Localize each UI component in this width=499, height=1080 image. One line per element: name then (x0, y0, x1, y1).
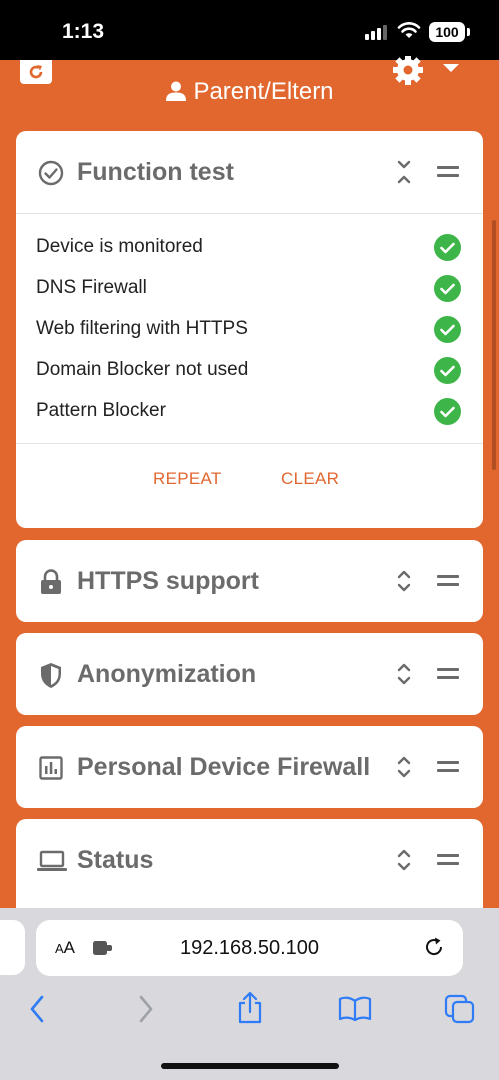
laptop-icon (37, 850, 67, 871)
repeat-button[interactable]: REPEAT (153, 469, 222, 489)
anonymization-header[interactable]: Anonymization (16, 633, 483, 715)
test-label: DNS Firewall (36, 277, 147, 298)
card-title: Personal Device Firewall (77, 753, 371, 781)
test-row: Device is monitored (16, 224, 483, 265)
check-ok-icon (434, 234, 461, 261)
status-header[interactable]: Status (16, 819, 483, 901)
expand-icon[interactable] (396, 847, 412, 873)
test-label: Domain Blocker not used (36, 359, 249, 380)
drag-handle-icon[interactable] (437, 575, 459, 591)
collapse-icon[interactable] (396, 159, 412, 185)
check-ok-icon (434, 398, 461, 425)
cellular-signal-icon (365, 25, 387, 40)
scrollbar[interactable] (492, 220, 496, 470)
home-indicator (161, 1063, 339, 1069)
browser-toolbar: AA 192.168.50.100 (0, 908, 499, 1080)
anonymization-card[interactable]: Anonymization (16, 633, 483, 715)
firewall-card[interactable]: Personal Device Firewall (16, 726, 483, 808)
expand-icon[interactable] (396, 568, 412, 594)
status-time: 1:13 (62, 20, 105, 43)
card-actions: REPEAT CLEAR (16, 444, 483, 510)
drag-handle-icon[interactable] (437, 166, 459, 182)
battery-tip (467, 28, 470, 36)
battery-icon: 100 (429, 22, 465, 42)
bookmarks-icon[interactable] (338, 996, 372, 1022)
expand-icon[interactable] (396, 661, 412, 687)
forward-arrow-icon[interactable] (134, 994, 156, 1024)
expand-icon[interactable] (396, 754, 412, 780)
check-ok-icon (434, 275, 461, 302)
lock-icon (41, 569, 61, 594)
status-bar: 1:13 100 (0, 0, 499, 60)
test-label: Pattern Blocker (36, 400, 166, 421)
status-card[interactable]: Status (16, 819, 483, 919)
drag-handle-icon[interactable] (437, 668, 459, 684)
wifi-icon (397, 22, 421, 38)
firewall-header[interactable]: Personal Device Firewall (16, 726, 483, 808)
previous-tab-preview[interactable] (0, 920, 25, 975)
clear-button[interactable]: CLEAR (281, 469, 339, 489)
test-label: Device is monitored (36, 236, 203, 257)
card-title: Function test (77, 158, 234, 186)
user-icon (166, 81, 187, 101)
share-icon[interactable] (236, 991, 264, 1025)
chart-icon (39, 756, 63, 780)
reload-icon[interactable] (423, 936, 445, 958)
https-support-card[interactable]: HTTPS support (16, 540, 483, 622)
url-text: 192.168.50.100 (179, 937, 320, 959)
function-test-card: Function test Device is monitored DNS Fi… (16, 131, 483, 528)
profile-name: Parent/Eltern (193, 78, 334, 105)
check-circle-icon (38, 160, 64, 186)
card-title: Anonymization (77, 660, 257, 688)
drag-handle-icon[interactable] (437, 854, 459, 870)
address-bar[interactable]: AA 192.168.50.100 (36, 920, 463, 976)
back-arrow-icon[interactable] (27, 994, 49, 1024)
test-row: DNS Firewall (16, 265, 483, 306)
check-ok-icon (434, 357, 461, 384)
https-support-header[interactable]: HTTPS support (16, 540, 483, 622)
test-row: Domain Blocker not used (16, 347, 483, 388)
test-row: Web filtering with HTTPS (16, 306, 483, 347)
function-test-list: Device is monitored DNS Firewall Web fil… (16, 214, 483, 443)
card-title: HTTPS support (77, 567, 259, 595)
card-title: Status (77, 846, 154, 874)
check-ok-icon (434, 316, 461, 343)
test-row: Pattern Blocker (16, 388, 483, 429)
function-test-header[interactable]: Function test (16, 131, 483, 213)
test-label: Web filtering with HTTPS (36, 318, 248, 339)
tabs-icon[interactable] (444, 994, 476, 1024)
shield-icon (41, 663, 61, 688)
settings-dropdown-chevron-icon[interactable] (443, 64, 459, 72)
profile-selector[interactable]: Parent/Eltern (0, 78, 499, 106)
drag-handle-icon[interactable] (437, 761, 459, 777)
